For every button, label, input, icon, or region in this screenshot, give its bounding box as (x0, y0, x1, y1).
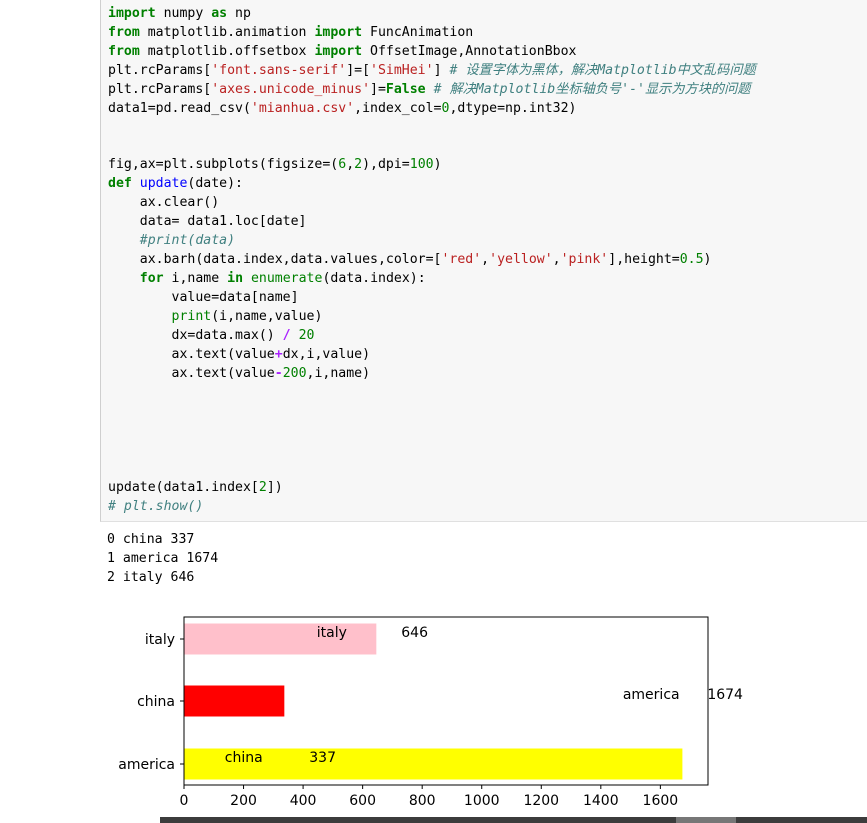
x-tick-label-400: 400 (290, 793, 317, 809)
bar-annotation-2: america (623, 687, 680, 703)
y-tick-label-china: china (137, 694, 175, 710)
bar-china (184, 685, 285, 717)
bar-annotation-0: china (225, 750, 263, 766)
x-tick-label-200: 200 (230, 793, 257, 809)
horizontal-scrollbar[interactable] (160, 817, 867, 823)
x-tick-label-0: 0 (180, 793, 189, 809)
scrollbar-thumb[interactable] (676, 817, 736, 823)
y-tick-label-america: america (118, 757, 175, 773)
bar-annotation-4: italy (317, 625, 347, 641)
bar-annotation-1: 337 (309, 750, 336, 766)
bar-annotation-3: 1674 (707, 687, 743, 703)
x-tick-label-800: 800 (409, 793, 436, 809)
x-tick-label-1200: 1200 (523, 793, 559, 809)
x-tick-label-1400: 1400 (583, 793, 619, 809)
x-tick-label-1600: 1600 (643, 793, 679, 809)
bar-annotation-5: 646 (401, 625, 428, 641)
x-tick-label-1000: 1000 (464, 793, 500, 809)
bar-chart: america china italy 0 200 400 600 800 1000 1200 14… (118, 616, 743, 809)
y-tick-label-italy: italy (145, 632, 175, 648)
x-tick-label-600: 600 (349, 793, 376, 809)
bar-italy (184, 623, 377, 655)
